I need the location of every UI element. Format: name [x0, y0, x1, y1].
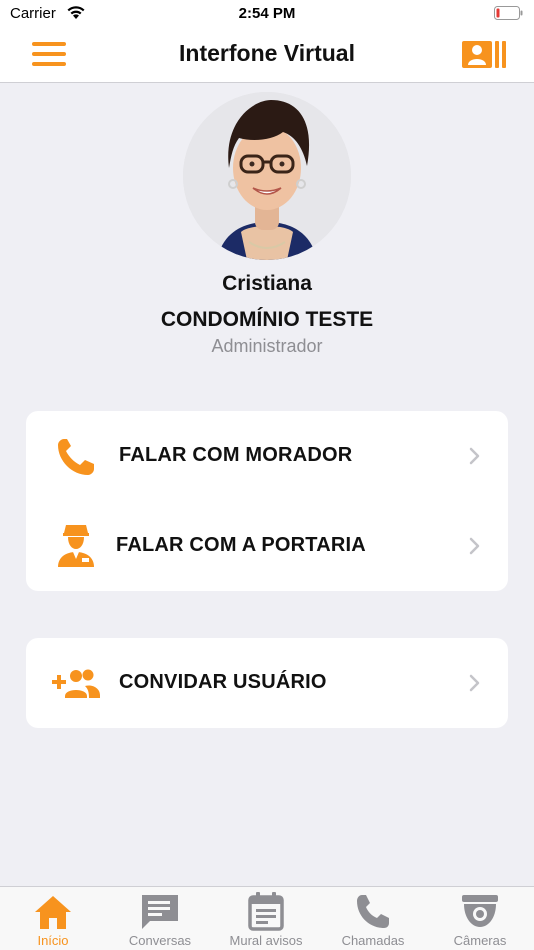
chevron-right-icon	[468, 673, 482, 693]
phone-icon	[353, 891, 393, 931]
condominium-name: CONDOMÍNIO TESTE	[160, 308, 374, 331]
status-bar: Carrier 2:54 PM	[0, 0, 534, 28]
contact-card-icon	[462, 41, 506, 68]
profile-section: Cristiana CONDOMÍNIO TESTE Administrador	[0, 92, 534, 357]
tab-label: Conversas	[128, 933, 192, 948]
chat-icon	[140, 891, 180, 931]
add-users-icon	[52, 662, 100, 704]
tab-label: Mural avisos	[229, 933, 303, 948]
call-resident-row[interactable]: FALAR COM MORADOR	[26, 411, 508, 501]
notice-board-icon	[246, 891, 286, 931]
tab-label: Chamadas	[341, 933, 405, 948]
page-title: Interfone Virtual	[179, 40, 355, 66]
call-concierge-label: FALAR COM A PORTARIA	[116, 534, 366, 556]
user-name: Cristiana	[222, 272, 312, 295]
tab-cameras[interactable]: Câmeras	[427, 887, 533, 950]
camera-icon	[460, 891, 500, 931]
home-icon	[33, 891, 73, 931]
clock: 2:54 PM	[238, 5, 296, 22]
call-options-card: FALAR COM MORADOR FALAR COM A PORTARIA	[26, 411, 508, 591]
tab-bar: Início Conversas Mural avisos Chamadas C…	[0, 886, 534, 950]
user-photo	[183, 92, 351, 260]
invite-user-label: CONVIDAR USUÁRIO	[119, 671, 327, 693]
phone-icon	[52, 435, 100, 477]
call-concierge-row[interactable]: FALAR COM A PORTARIA	[26, 501, 508, 591]
tab-label: Câmeras	[453, 933, 507, 948]
contacts-button[interactable]	[462, 39, 508, 71]
invite-user-row[interactable]: CONVIDAR USUÁRIO	[26, 638, 508, 728]
chevron-right-icon	[468, 446, 482, 466]
tab-conversas[interactable]: Conversas	[107, 887, 213, 950]
tab-mural-avisos[interactable]: Mural avisos	[213, 887, 319, 950]
chevron-right-icon	[468, 536, 482, 556]
user-role: Administrador	[211, 336, 323, 356]
tab-inicio[interactable]: Início	[0, 887, 106, 950]
tab-chamadas[interactable]: Chamadas	[320, 887, 426, 950]
call-resident-label: FALAR COM MORADOR	[119, 444, 353, 466]
battery-icon	[494, 6, 524, 26]
avatar[interactable]	[183, 92, 351, 260]
tab-label: Início	[37, 933, 69, 948]
invite-card: CONVIDAR USUÁRIO	[26, 638, 508, 728]
concierge-icon	[52, 525, 100, 567]
navigation-bar: Interfone Virtual	[0, 28, 534, 83]
